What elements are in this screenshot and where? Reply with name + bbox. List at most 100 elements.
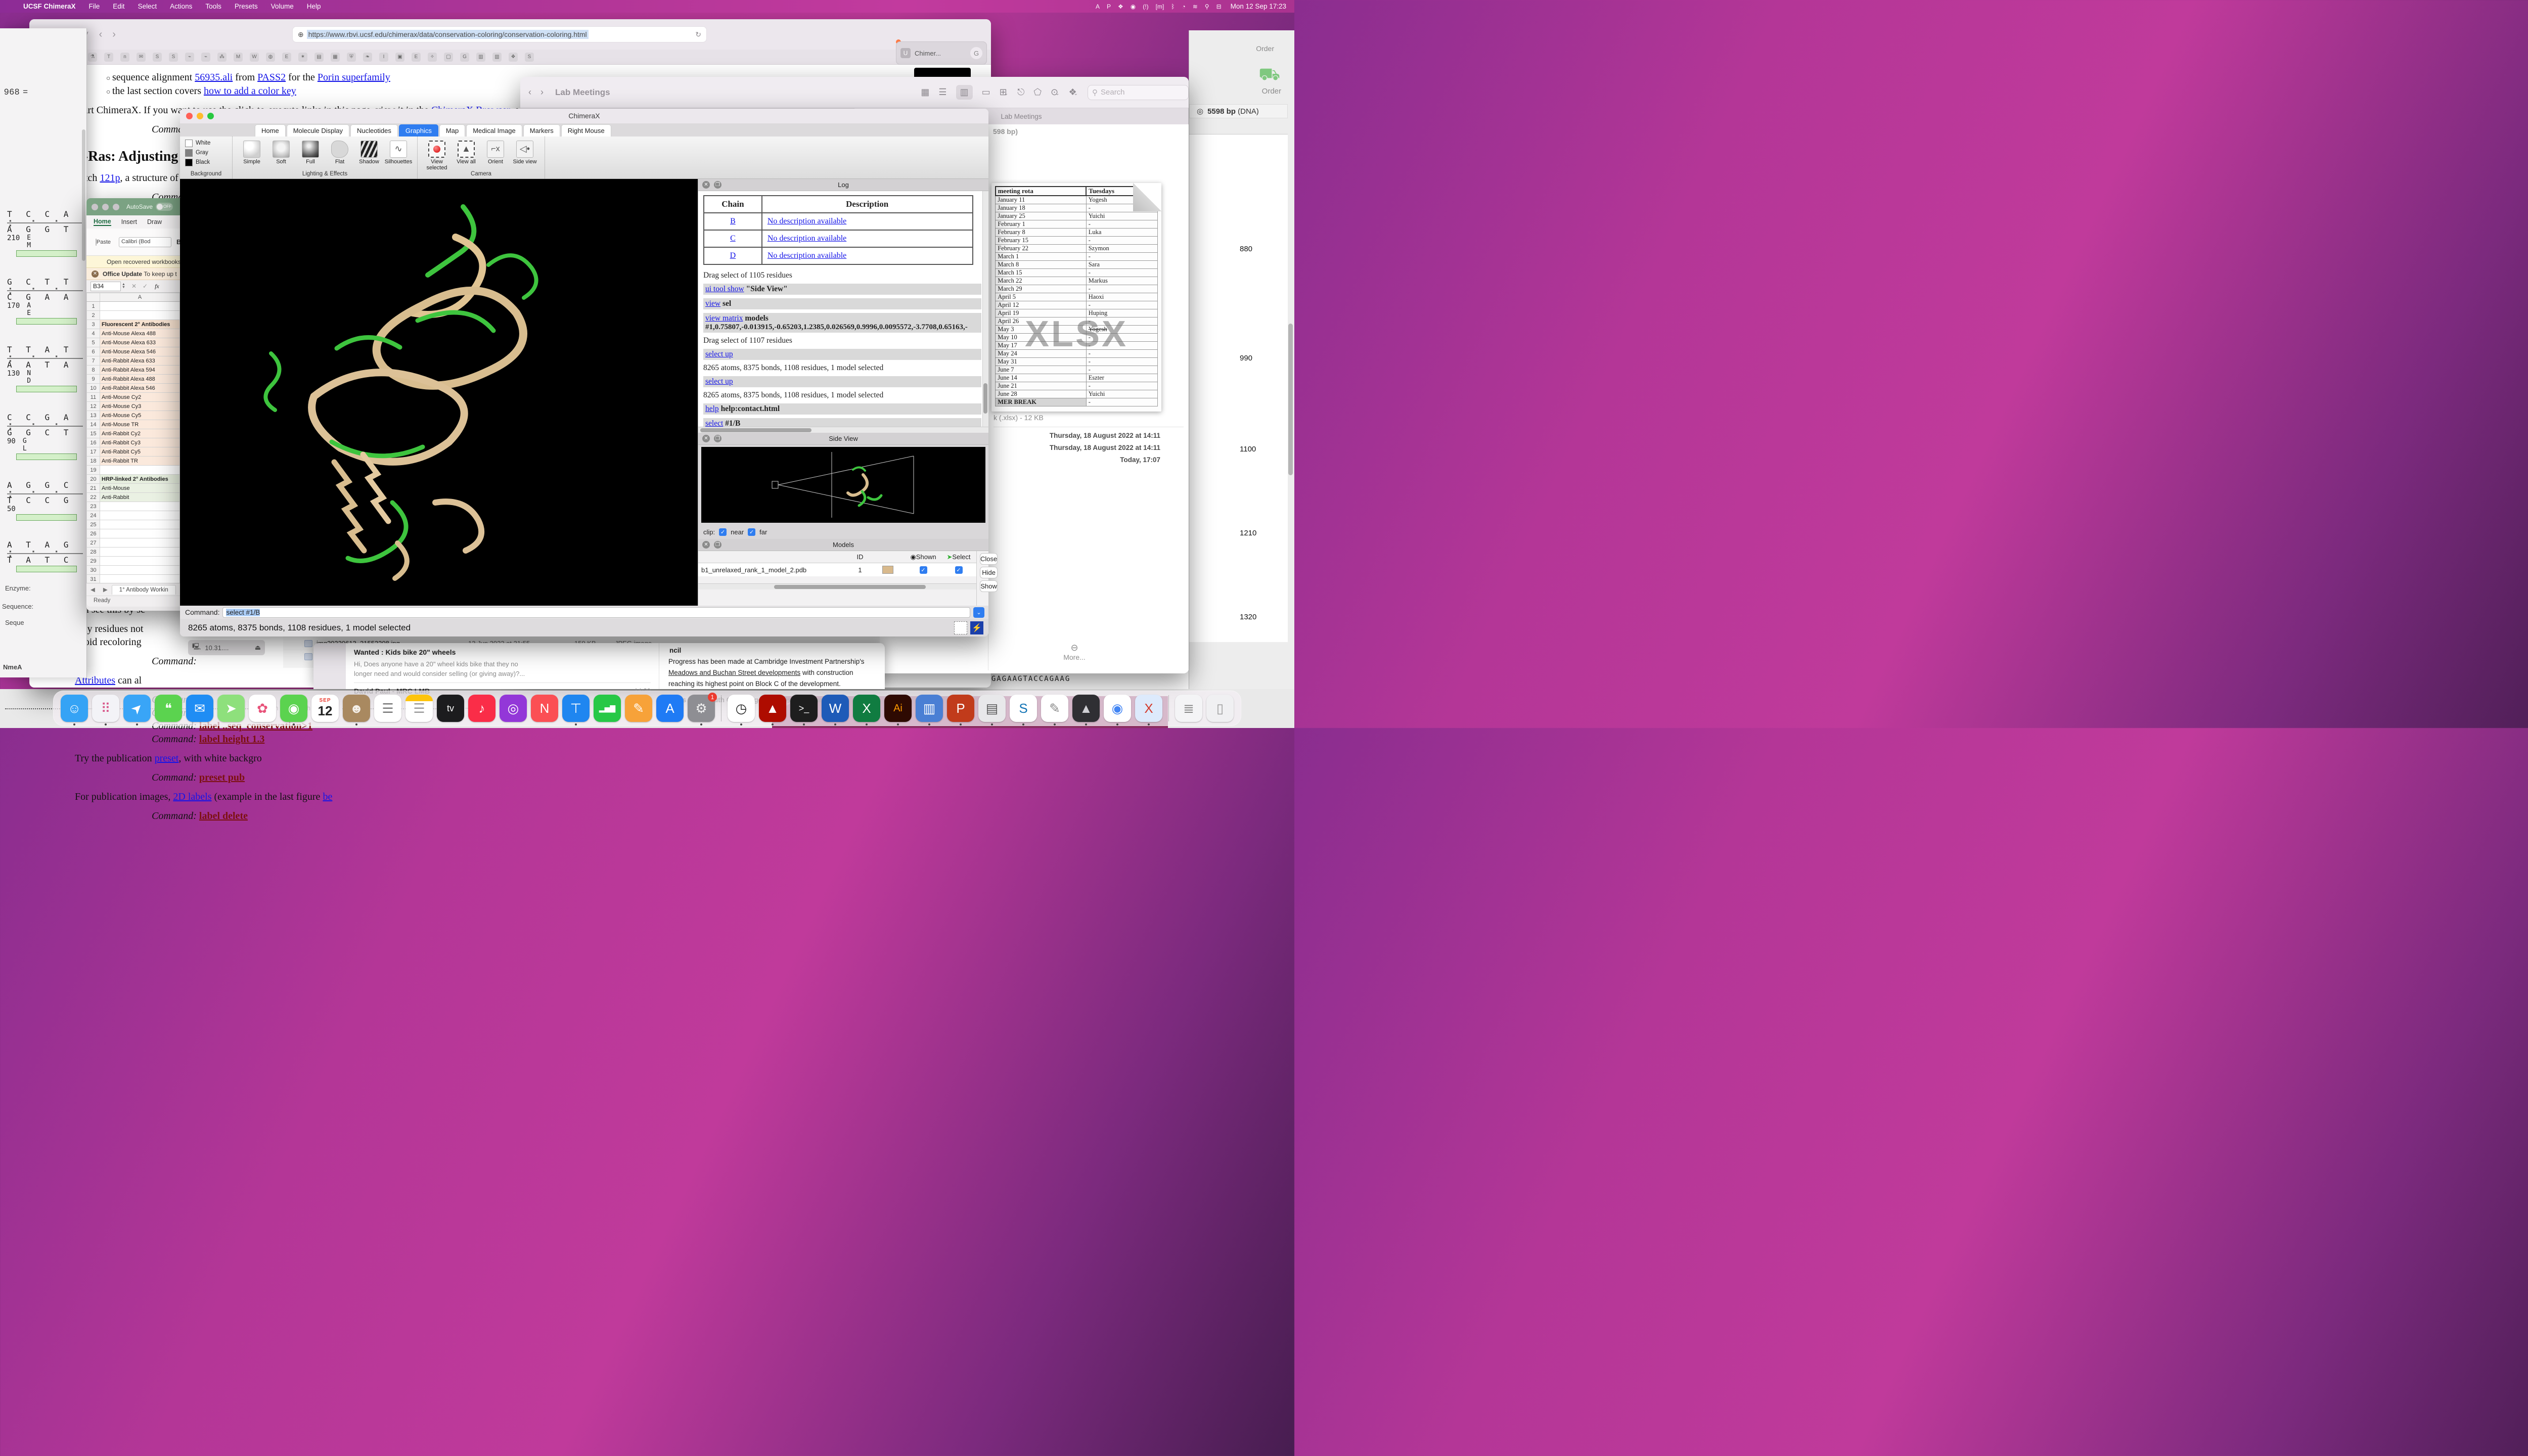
models-hscrollbar[interactable]: [698, 583, 976, 589]
menu-app-name[interactable]: UCSF ChimeraX: [23, 3, 76, 10]
bookmark-favicon[interactable]: S: [169, 53, 178, 62]
command-link[interactable]: select: [705, 419, 723, 427]
menu-status-icon[interactable]: ᛒ: [1171, 3, 1175, 10]
bookmark-favicon[interactable]: ✉: [137, 53, 146, 62]
dock-icon-textedit[interactable]: ✎: [1041, 695, 1068, 722]
sequence-block[interactable]: C C G A G G C T 90G L: [7, 413, 83, 460]
more-icon[interactable]: ⊙⌄: [1051, 87, 1059, 98]
column-view-icon[interactable]: ▥: [956, 85, 973, 100]
near-checkbox[interactable]: ✓: [719, 528, 727, 536]
model-row[interactable]: b1_unrelaxed_rank_1_model_2.pdb 1 ✓ ✓: [698, 563, 976, 576]
paste-button[interactable]: Paste: [93, 239, 114, 245]
dock-icon-keynote[interactable]: ⊤: [562, 695, 590, 722]
bookmark-favicon[interactable]: ⛨: [347, 53, 356, 62]
bookmark-favicon[interactable]: ❧: [363, 53, 372, 62]
back-icon[interactable]: ‹: [528, 87, 531, 98]
cell-reference-box[interactable]: B34: [91, 282, 121, 291]
doc-link[interactable]: Porin superfamily: [318, 72, 390, 83]
chain-description-link[interactable]: No description available: [768, 251, 846, 260]
cell-a[interactable]: Fluorescent 2° Antibodies: [100, 320, 180, 329]
bookmark-favicon[interactable]: E: [412, 53, 421, 62]
dock-icon-pages[interactable]: ✎: [625, 695, 652, 722]
cell-a[interactable]: Anti-Rabbit Alexa 633: [100, 356, 180, 366]
chain-description-link[interactable]: No description available: [768, 234, 846, 243]
menu-status-icon[interactable]: ◔: [1182, 3, 1185, 10]
menu-item[interactable]: Volume: [271, 3, 294, 10]
cell-a[interactable]: Anti-Rabbit Alexa 488: [100, 375, 180, 384]
dock-icon-reminders[interactable]: ☰: [374, 695, 401, 722]
dock-icon-system-preferences[interactable]: ⚙1: [688, 695, 715, 722]
model-action-button[interactable]: Hide: [980, 567, 998, 578]
doc-link[interactable]: preset: [155, 753, 179, 764]
dock-icon-acrobat[interactable]: ▲: [759, 695, 786, 722]
bookmark-favicon[interactable]: ▤: [314, 53, 324, 62]
menu-item[interactable]: Presets: [235, 3, 258, 10]
cell-a[interactable]: Anti-Mouse Cy3: [100, 402, 180, 411]
toolbar-tab[interactable]: Markers: [523, 124, 560, 136]
graphics-viewport[interactable]: [180, 179, 698, 606]
cell-a[interactable]: Anti-Mouse Alexa 546: [100, 347, 180, 356]
shown-checkbox[interactable]: ✓: [920, 566, 927, 574]
dock-icon-snapgene[interactable]: S: [1010, 695, 1037, 722]
menu-status-icon[interactable]: ◉: [1131, 3, 1136, 10]
cell-a[interactable]: Anti-Mouse Alexa 633: [100, 338, 180, 347]
bookmark-favicon[interactable]: S: [525, 53, 534, 62]
dock-icon-podcasts[interactable]: ◎: [500, 695, 527, 722]
bookmark-favicon[interactable]: ▥: [492, 53, 502, 62]
dock-icon-apple-tv[interactable]: tv: [437, 695, 464, 722]
bookmark-favicon[interactable]: E: [282, 53, 291, 62]
dock-icon-music[interactable]: ♪: [468, 695, 495, 722]
doc-link[interactable]: PASS2: [257, 72, 286, 83]
command-link[interactable]: ui tool show: [705, 285, 744, 293]
command-link[interactable]: help: [705, 404, 719, 413]
cell-a[interactable]: Anti-Mouse Cy5: [100, 411, 180, 420]
url-field[interactable]: ⊕ https://www.rbvi.ucsf.edu/chimerax/dat…: [292, 26, 707, 42]
cell-a[interactable]: [100, 548, 180, 557]
zoom-button[interactable]: [113, 204, 119, 210]
menu-item[interactable]: Select: [138, 3, 157, 10]
dock-icon-clock[interactable]: ◷: [728, 695, 755, 722]
bookmark-favicon[interactable]: ⌁: [201, 53, 210, 62]
menu-item[interactable]: Actions: [170, 3, 192, 10]
gallery-view-icon[interactable]: ▭: [982, 87, 990, 98]
eject-icon[interactable]: ⏏: [255, 644, 261, 652]
background-swatch[interactable]: Gray: [185, 149, 227, 157]
sequence-block[interactable]: G C T T C G A A 170A E: [7, 277, 83, 325]
shopping-cart-icon[interactable]: ⛟: [1258, 65, 1280, 87]
dock-icon-launchpad[interactable]: ⠿: [92, 695, 119, 722]
dock-icon-downloads-stack[interactable]: ≣: [1175, 695, 1202, 722]
dock-icon-chrome[interactable]: ◉: [1104, 695, 1131, 722]
menu-status-icon[interactable]: ⚲: [1205, 3, 1209, 10]
menu-status-icon[interactable]: (!): [1143, 3, 1148, 10]
prev-sheet-icon[interactable]: ◀: [91, 586, 95, 593]
dock-icon-notes[interactable]: ☰: [405, 695, 433, 722]
bookmark-favicon[interactable]: M: [234, 53, 243, 62]
dock-icon-powerpoint[interactable]: P: [947, 695, 974, 722]
bookmark-favicon[interactable]: ⌁: [185, 53, 194, 62]
scrollbar[interactable]: [82, 129, 85, 261]
dropbox-icon[interactable]: ❖⌄: [1068, 87, 1078, 98]
chain-link[interactable]: B: [730, 217, 736, 225]
cell-a[interactable]: [100, 511, 180, 520]
cell-a[interactable]: [100, 311, 180, 320]
minimize-button[interactable]: [102, 204, 109, 210]
tab-insert[interactable]: Insert: [121, 218, 137, 225]
dock-icon-safari[interactable]: ➤: [123, 695, 151, 722]
model-color-swatch[interactable]: [882, 566, 893, 574]
more-button[interactable]: ⊖More...: [988, 643, 1160, 661]
dock-icon-dark-pyramid-app[interactable]: ▲: [1072, 695, 1100, 722]
chain-link[interactable]: C: [730, 234, 736, 243]
back-icon[interactable]: ‹: [99, 29, 103, 40]
doc-link[interactable]: 2D labels: [173, 791, 211, 802]
cell-a[interactable]: Anti-Rabbit Cy3: [100, 438, 180, 447]
menu-item[interactable]: File: [89, 3, 100, 10]
bookmark-favicon[interactable]: ✧: [428, 53, 437, 62]
message-preview[interactable]: Hi, Does anyone have a 20" wheel kids bi…: [354, 659, 651, 678]
toolbar-tab[interactable]: Graphics: [399, 124, 438, 136]
cell-a[interactable]: Anti-Rabbit Alexa 546: [100, 384, 180, 393]
menu-status-icon[interactable]: ≋: [1193, 3, 1198, 10]
list-view-icon[interactable]: ☰: [938, 87, 946, 98]
toolbar-tab[interactable]: Molecule Display: [287, 124, 349, 136]
bookmark-favicon[interactable]: ▣: [395, 53, 404, 62]
forward-icon[interactable]: ›: [540, 87, 544, 98]
